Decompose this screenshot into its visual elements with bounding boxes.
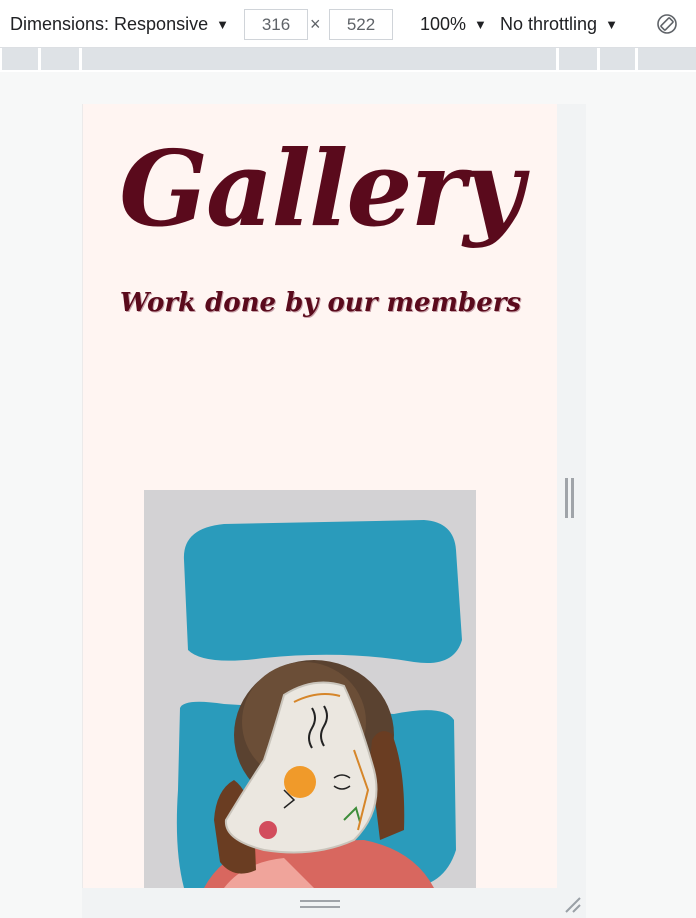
chevron-down-icon: ▼ <box>605 16 618 32</box>
media-query-bar <box>0 48 696 72</box>
height-input[interactable]: 522 <box>329 9 393 40</box>
throttling-label: No throttling <box>500 13 598 34</box>
chevron-down-icon: ▼ <box>216 16 229 32</box>
throttling-dropdown[interactable]: No throttling ▼ <box>500 0 618 48</box>
media-query-segment[interactable] <box>2 48 38 70</box>
resize-handle-bottom[interactable] <box>300 900 340 910</box>
dimensions-label: Dimensions: Responsive <box>10 13 209 34</box>
zoom-dropdown[interactable]: 100% ▼ <box>420 0 487 48</box>
resize-corner-icon[interactable] <box>562 894 582 914</box>
times-symbol: × <box>310 14 321 34</box>
page-title: Gallery <box>119 127 524 250</box>
dimensions-dropdown[interactable]: Dimensions: Responsive ▼ <box>10 0 229 48</box>
rotate-icon[interactable] <box>656 13 678 35</box>
device-toolbar: Dimensions: Responsive ▼ 316 × 522 100% … <box>0 0 696 48</box>
page-viewport: Gallery Work done by our members <box>82 104 557 888</box>
artwork-photo <box>144 490 476 888</box>
media-query-segment[interactable] <box>559 48 597 70</box>
width-input[interactable]: 316 <box>244 9 308 40</box>
media-query-segment[interactable] <box>600 48 635 70</box>
media-query-segment[interactable] <box>82 48 556 70</box>
resize-handle-right[interactable] <box>565 478 575 518</box>
zoom-label: 100% <box>420 13 467 34</box>
chevron-down-icon: ▼ <box>474 16 487 32</box>
media-query-segment[interactable] <box>41 48 79 70</box>
artwork-photo-illustration <box>144 490 476 888</box>
page-subtitle: Work done by our members <box>119 288 522 318</box>
media-query-segment[interactable] <box>638 48 696 70</box>
